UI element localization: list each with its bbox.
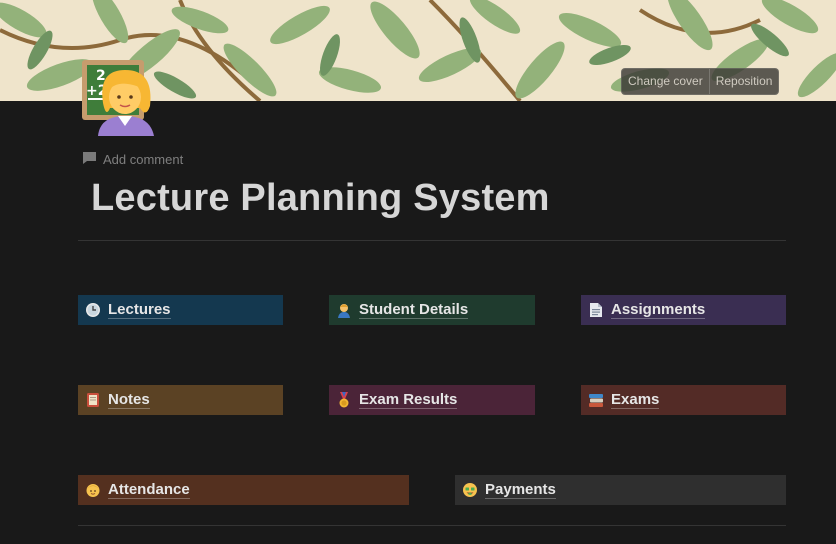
money-face-icon xyxy=(461,481,479,499)
add-comment-button[interactable]: Add comment xyxy=(82,150,183,168)
add-comment-label: Add comment xyxy=(103,151,184,167)
link-label: Exam Results xyxy=(359,391,458,409)
page-title[interactable]: Lecture Planning System xyxy=(91,177,550,220)
link-label: Student Details xyxy=(359,301,469,319)
divider xyxy=(78,525,786,526)
link-notes[interactable]: Notes xyxy=(78,385,283,415)
reposition-button[interactable]: Reposition xyxy=(708,69,779,94)
link-payments[interactable]: Payments xyxy=(455,475,786,505)
document-icon xyxy=(587,301,605,319)
link-student-details[interactable]: Student Details xyxy=(329,295,535,325)
clock-icon xyxy=(84,301,102,319)
comment-icon xyxy=(82,151,97,168)
books-icon xyxy=(587,391,605,409)
link-lectures[interactable]: Lectures xyxy=(78,295,283,325)
link-label: Lectures xyxy=(108,301,171,319)
notebook-icon xyxy=(84,391,102,409)
medal-icon xyxy=(335,391,353,409)
divider xyxy=(78,240,786,241)
link-label: Exams xyxy=(611,391,660,409)
student-icon xyxy=(335,301,353,319)
cover-actions: Change cover Reposition xyxy=(621,68,780,95)
teacher-woman-icon[interactable]: 2 +2 xyxy=(80,58,160,138)
link-label: Notes xyxy=(108,391,150,409)
link-exam-results[interactable]: Exam Results xyxy=(329,385,535,415)
change-cover-button[interactable]: Change cover xyxy=(622,69,709,94)
link-attendance[interactable]: Attendance xyxy=(78,475,409,505)
link-assignments[interactable]: Assignments xyxy=(581,295,786,325)
link-label: Payments xyxy=(485,481,556,499)
face-icon xyxy=(84,481,102,499)
link-label: Assignments xyxy=(611,301,706,319)
link-exams[interactable]: Exams xyxy=(581,385,786,415)
link-label: Attendance xyxy=(108,481,190,499)
